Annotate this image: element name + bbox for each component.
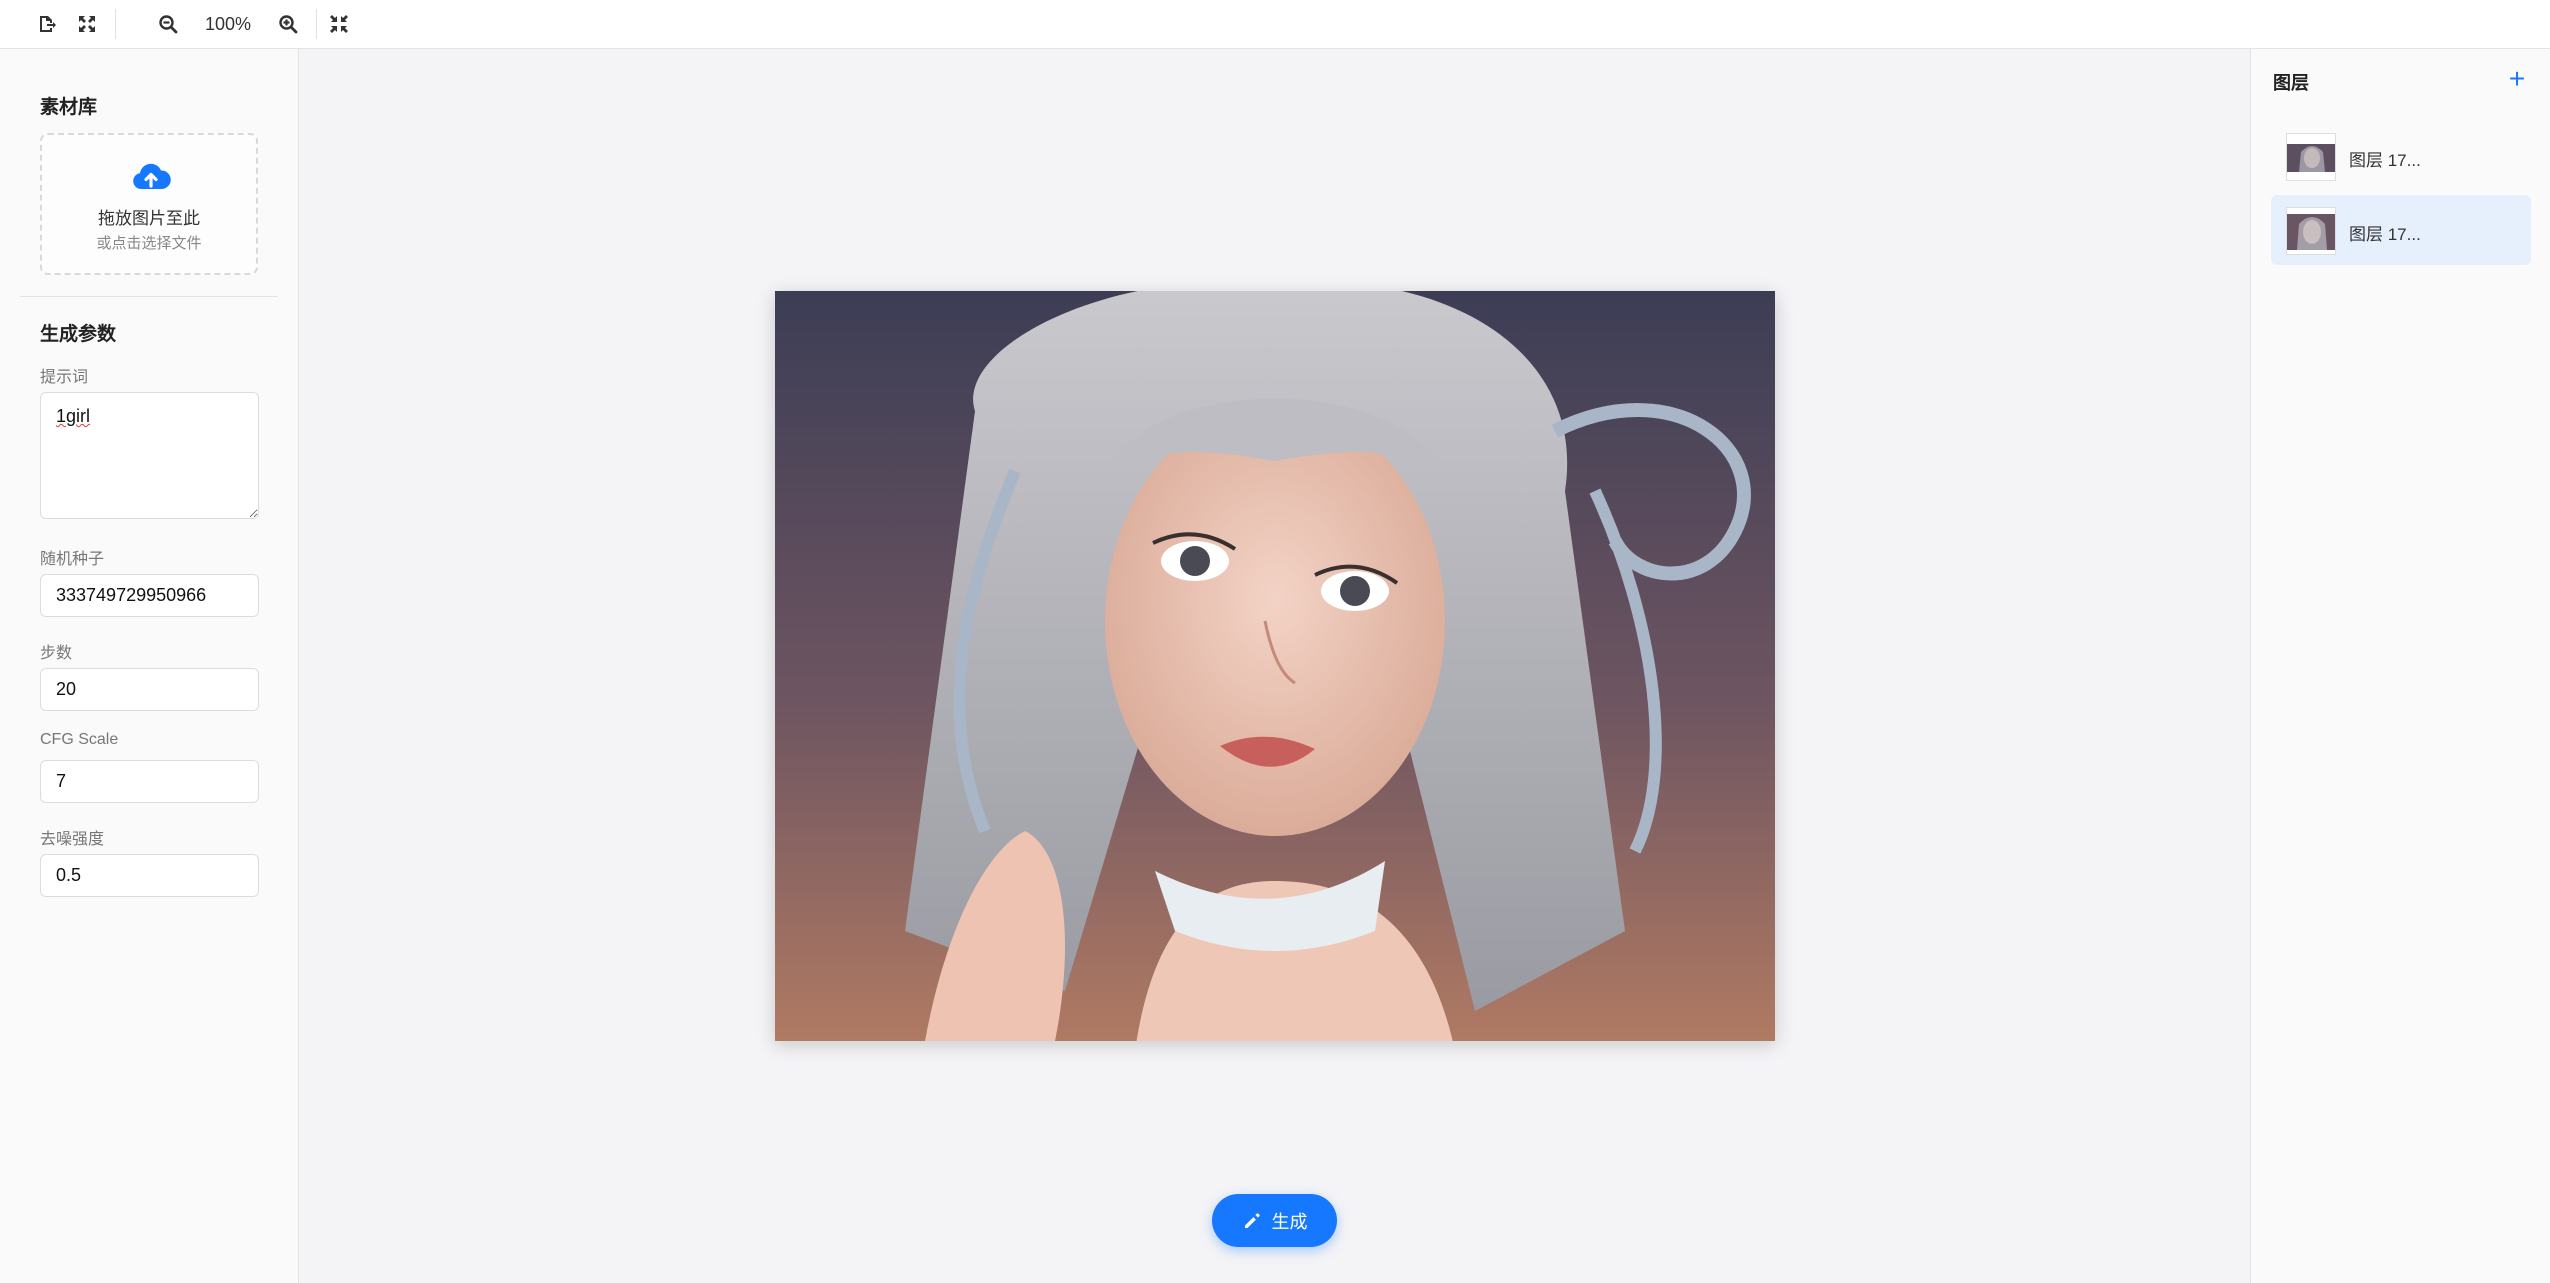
layer-name: 图层 17... xyxy=(2349,151,2421,170)
canvas-area[interactable]: 生成 xyxy=(300,49,2250,1283)
top-toolbar: 100% xyxy=(0,0,2550,49)
panel-divider xyxy=(20,296,278,297)
upload-sub-text: 或点击选择文件 xyxy=(96,235,202,252)
layer-item[interactable]: 图层 17... xyxy=(2271,121,2531,191)
generate-label: 生成 xyxy=(1271,1211,1308,1232)
steps-input[interactable] xyxy=(40,668,259,711)
cloud-upload-icon xyxy=(133,163,171,189)
prompt-textarea[interactable] xyxy=(40,392,259,519)
upload-main-text: 拖放图片至此 xyxy=(98,209,200,228)
cfg-label: CFG Scale xyxy=(40,731,119,748)
layer-item[interactable]: 图层 17... xyxy=(2271,195,2531,265)
seed-label: 随机种子 xyxy=(40,551,105,568)
denoise-label: 去噪强度 xyxy=(40,831,105,848)
plus-icon[interactable]: + xyxy=(2505,65,2529,93)
left-panel: 素材库 拖放图片至此 或点击选择文件 生成参数 提示词 随机种子 步数 CFG … xyxy=(0,49,299,1283)
canvas-image[interactable] xyxy=(775,291,1775,1041)
upload-dropzone[interactable]: 拖放图片至此 或点击选择文件 xyxy=(40,133,258,275)
toolbar-divider xyxy=(316,9,317,39)
assets-title: 素材库 xyxy=(40,97,98,118)
prompt-label: 提示词 xyxy=(40,369,89,386)
cfg-input[interactable] xyxy=(40,760,259,803)
file-export-icon[interactable] xyxy=(33,10,61,38)
layer-name: 图层 17... xyxy=(2349,225,2421,244)
expand-icon[interactable] xyxy=(73,10,101,38)
pencil-icon xyxy=(1244,1212,1260,1228)
toolbar-divider xyxy=(115,9,116,39)
params-title: 生成参数 xyxy=(40,324,117,345)
generate-button[interactable]: 生成 xyxy=(1212,1194,1337,1247)
denoise-input[interactable] xyxy=(40,854,259,897)
layers-title: 图层 xyxy=(2273,73,2309,93)
steps-label: 步数 xyxy=(40,645,73,662)
portrait-illustration xyxy=(775,291,1775,1041)
right-panel: 图层 + 图层 17... 图层 17... xyxy=(2250,49,2550,1283)
layer-thumbnail xyxy=(2286,133,2336,181)
zoom-out-icon[interactable] xyxy=(154,10,182,38)
compress-icon[interactable] xyxy=(325,10,353,38)
layer-thumbnail xyxy=(2286,207,2336,255)
seed-input[interactable] xyxy=(40,574,259,617)
zoom-level: 100% xyxy=(204,14,252,34)
zoom-in-icon[interactable] xyxy=(274,10,302,38)
